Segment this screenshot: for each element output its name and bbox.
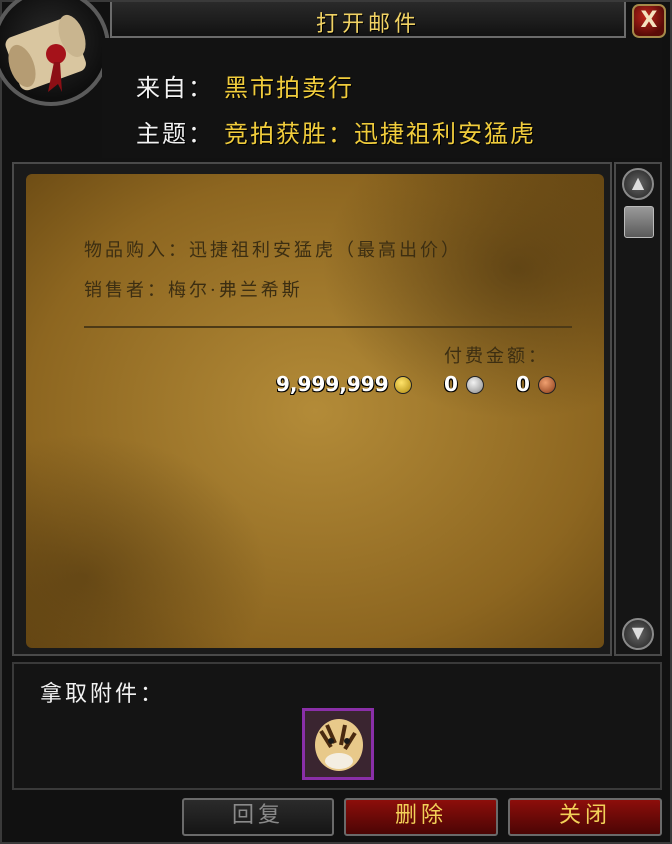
from-label: 来自： (136, 74, 214, 102)
letter-scrollbar[interactable]: ▲ ▼ (614, 162, 662, 656)
mail-scroll-portrait-icon (0, 0, 110, 106)
letter-divider (84, 326, 572, 328)
title-bar[interactable]: 打开邮件 (110, 2, 626, 38)
close-button[interactable]: 关闭 (508, 798, 662, 836)
subject-label: 主题： (136, 120, 214, 148)
take-attachments-label: 拿取附件： (40, 682, 166, 707)
delete-button[interactable]: 删除 (344, 798, 498, 836)
reply-button[interactable]: 回复 (182, 798, 334, 836)
letter-area: 物品购入：迅捷祖利安猛虎（最高出价） 销售者：梅尔·弗兰希斯 付费金额： 9,9… (12, 162, 612, 656)
open-mail-window: 打开邮件 X 来自： 黑市拍卖行 主题： 竞拍获胜：迅捷祖利安猛虎 物品购入：迅… (0, 0, 672, 844)
silver-coin-icon (466, 376, 484, 394)
gold-coin-icon (394, 376, 412, 394)
letter-seller-line: 销售者：梅尔·弗兰希斯 (84, 280, 303, 301)
copper-amount: 0 (516, 372, 530, 396)
from-value: 黑市拍卖行 (224, 74, 354, 102)
close-window-button[interactable]: X (632, 4, 666, 38)
attachment-slot[interactable] (302, 708, 374, 780)
subject-value: 竞拍获胜：迅捷祖利安猛虎 (224, 120, 536, 148)
swift-zulian-tiger-icon (305, 711, 371, 777)
gold-amount: 9,999,999 (276, 372, 389, 396)
copper-coin-icon (538, 376, 556, 394)
parchment-background: 物品购入：迅捷祖利安猛虎（最高出价） 销售者：梅尔·弗兰希斯 付费金额： 9,9… (26, 174, 604, 648)
scroll-down-button[interactable]: ▼ (622, 618, 654, 650)
payment-label: 付费金额： (444, 346, 549, 367)
letter-purchase-line: 物品购入：迅捷祖利安猛虎（最高出价） (84, 240, 462, 261)
silver-amount: 0 (444, 372, 458, 396)
window-title: 打开邮件 (315, 12, 420, 37)
attachments-panel: 拿取附件： (12, 662, 662, 790)
scroll-thumb[interactable] (624, 206, 654, 238)
scroll-up-button[interactable]: ▲ (622, 168, 654, 200)
